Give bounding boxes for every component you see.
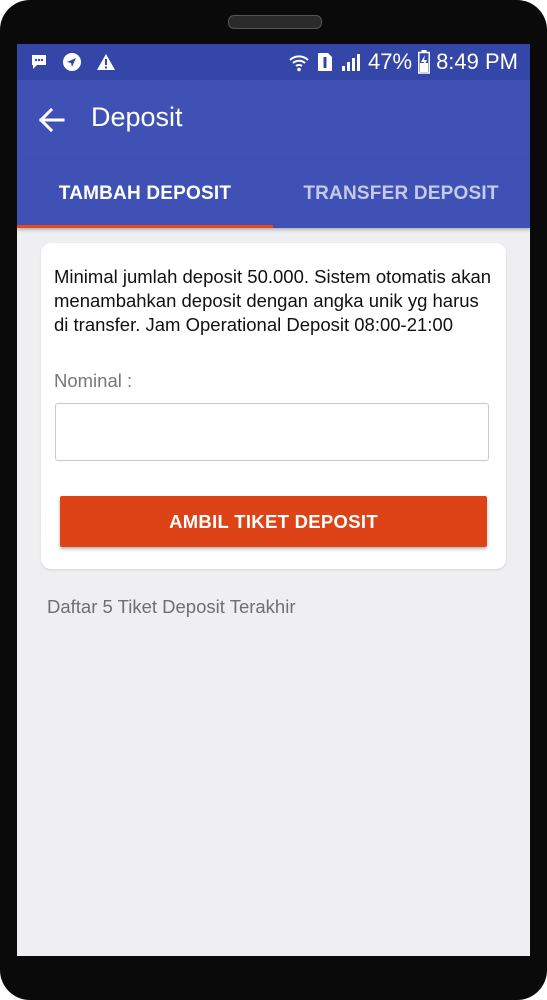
wifi-icon	[289, 55, 309, 72]
page-title: Deposit	[91, 102, 183, 132]
signal-icon	[342, 54, 361, 71]
deposit-info-text: Minimal jumlah deposit 50.000. Sistem ot…	[54, 266, 492, 335]
message-icon	[32, 55, 46, 69]
status-bar: 47% 8:49 PM	[17, 44, 530, 80]
tab-indicator	[17, 225, 273, 228]
battery-percent: 47%	[368, 49, 413, 74]
navigation-icon	[63, 53, 81, 71]
nominal-label: Nominal :	[54, 370, 133, 391]
phone-frame: 47% 8:49 PM Deposit TAMBAH DEPOSIT TRANS…	[0, 0, 547, 1000]
back-arrow-icon[interactable]	[37, 106, 65, 134]
nominal-input[interactable]	[55, 403, 489, 461]
app-screen: 47% 8:49 PM Deposit TAMBAH DEPOSIT TRANS…	[17, 44, 530, 956]
deposit-form-card: Minimal jumlah deposit 50.000. Sistem ot…	[41, 243, 506, 569]
battery-icon	[418, 50, 431, 74]
app-bar: Deposit	[17, 80, 530, 160]
history-title: Daftar 5 Tiket Deposit Terakhir	[47, 596, 296, 617]
phone-speaker	[228, 15, 322, 29]
warning-icon	[97, 54, 115, 70]
tab-transfer-deposit[interactable]: TRANSFER DEPOSIT	[273, 160, 529, 228]
tab-bar: TAMBAH DEPOSIT TRANSFER DEPOSIT	[17, 160, 530, 228]
clock: 8:49 PM	[436, 49, 518, 74]
status-right: 47% 8:49 PM	[288, 44, 518, 80]
tab-tambah-deposit[interactable]: TAMBAH DEPOSIT	[17, 160, 273, 228]
ambil-tiket-deposit-button[interactable]: AMBIL TIKET DEPOSIT	[60, 496, 487, 547]
sim-icon	[318, 53, 333, 71]
